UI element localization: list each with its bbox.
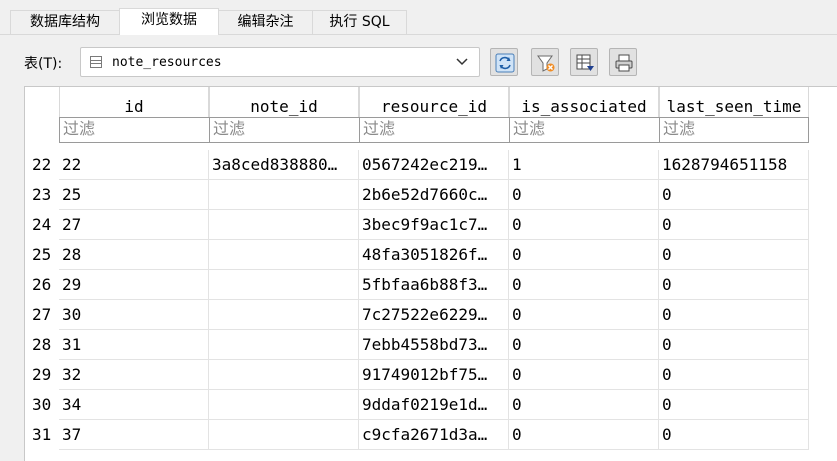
cell-is-associated[interactable]: 1 [509,150,659,180]
row-number[interactable]: 25 [25,240,59,270]
cell-is-associated[interactable]: 0 [509,210,659,240]
cell-is-associated[interactable]: 0 [509,240,659,270]
clear-filters-button[interactable] [531,48,559,76]
row-number[interactable]: 31 [25,420,59,450]
row-number[interactable]: 30 [25,390,59,420]
column-header-note-id[interactable]: note_id [209,87,359,117]
cell-is-associated[interactable]: 0 [509,300,659,330]
cell-resource-id[interactable]: 7c27522e6229… [359,300,509,330]
refresh-icon [495,53,515,73]
table-row[interactable]: 28 31 7ebb4558bd73… 0 0 [25,330,837,360]
cell-id[interactable]: 30 [59,300,209,330]
cell-note-id[interactable]: 3a8ced838880… [209,150,359,180]
filter-input-note-id[interactable]: 过滤 [209,117,360,143]
cell-is-associated[interactable]: 0 [509,180,659,210]
table-row[interactable]: 22 22 3a8ced838880… 0567242ec219… 1 162879465… [25,150,837,180]
table-select[interactable]: note_resources [80,47,480,77]
cell-last-seen-time[interactable]: 0 [659,210,809,240]
table-icon [90,56,102,68]
table-row[interactable]: 26 29 5fbfaa6b88f3… 0 0 [25,270,837,300]
cell-note-id[interactable] [209,330,359,360]
filter-input-id[interactable]: 过滤 [59,117,210,143]
table-select-value: note_resources [112,55,222,70]
cell-resource-id[interactable]: 0567242ec219… [359,150,509,180]
cell-last-seen-time[interactable]: 0 [659,420,809,450]
filter-input-last-seen-time[interactable]: 过滤 [659,117,809,143]
cell-last-seen-time[interactable]: 0 [659,180,809,210]
cell-last-seen-time[interactable]: 0 [659,390,809,420]
cell-id[interactable]: 22 [59,150,209,180]
cell-note-id[interactable] [209,390,359,420]
table-row[interactable]: 31 37 c9cfa2671d3a… 0 0 [25,420,837,450]
cell-last-seen-time[interactable]: 0 [659,270,809,300]
filter-input-resource-id[interactable]: 过滤 [359,117,510,143]
data-grid[interactable]: id note_id resource_id is_associated las… [24,86,837,461]
cell-id[interactable]: 25 [59,180,209,210]
cell-last-seen-time[interactable]: 1628794651158 [659,150,809,180]
cell-is-associated[interactable]: 0 [509,360,659,390]
tab-execute-sql[interactable]: 执行 SQL [312,10,407,34]
table-row[interactable]: 24 27 3bec9f9ac1c7… 0 0 [25,210,837,240]
table-label: 表(T): [24,56,63,72]
tab-bar: 数据库结构 浏览数据 编辑杂注 执行 SQL [0,0,837,35]
cell-id[interactable]: 29 [59,270,209,300]
cell-note-id[interactable] [209,210,359,240]
save-filter-button[interactable] [570,48,598,76]
cell-note-id[interactable] [209,270,359,300]
row-number[interactable]: 27 [25,300,59,330]
tab-browse-data[interactable]: 浏览数据 [119,8,219,35]
cell-id[interactable]: 34 [59,390,209,420]
cell-resource-id[interactable]: 9ddaf0219e1d… [359,390,509,420]
cell-is-associated[interactable]: 0 [509,390,659,420]
cell-resource-id[interactable]: 7ebb4558bd73… [359,330,509,360]
cell-id[interactable]: 27 [59,210,209,240]
table-row[interactable]: 30 34 9ddaf0219e1d… 0 0 [25,390,837,420]
table-row[interactable]: 25 28 48fa3051826f… 0 0 [25,240,837,270]
cell-is-associated[interactable]: 0 [509,270,659,300]
cell-resource-id[interactable]: 5fbfaa6b88f3… [359,270,509,300]
filter-input-is-associated[interactable]: 过滤 [509,117,660,143]
cell-last-seen-time[interactable]: 0 [659,240,809,270]
tab-database-structure[interactable]: 数据库结构 [10,10,120,34]
cell-note-id[interactable] [209,240,359,270]
cell-resource-id[interactable]: 2b6e52d7660c… [359,180,509,210]
row-number[interactable]: 24 [25,210,59,240]
cell-resource-id[interactable]: 91749012bf75… [359,360,509,390]
refresh-button[interactable] [490,48,518,76]
cell-last-seen-time[interactable]: 0 [659,300,809,330]
table-row[interactable]: 29 32 91749012bf75… 0 0 [25,360,837,390]
table-row[interactable]: 23 25 2b6e52d7660c… 0 0 [25,180,837,210]
cell-is-associated[interactable]: 0 [509,330,659,360]
column-header-is-associated[interactable]: is_associated [509,87,659,117]
print-icon [615,54,633,72]
save-table-icon [576,54,594,71]
column-header-id[interactable]: id [59,87,209,117]
clear-filter-icon [537,55,555,72]
row-number[interactable]: 26 [25,270,59,300]
row-number[interactable]: 29 [25,360,59,390]
column-header-last-seen-time[interactable]: last_seen_time [659,87,809,117]
cell-note-id[interactable] [209,420,359,450]
cell-resource-id[interactable]: 48fa3051826f… [359,240,509,270]
row-number[interactable]: 22 [25,150,59,180]
cell-id[interactable]: 28 [59,240,209,270]
row-number[interactable]: 28 [25,330,59,360]
cell-id[interactable]: 31 [59,330,209,360]
cell-note-id[interactable] [209,180,359,210]
cell-note-id[interactable] [209,360,359,390]
cell-resource-id[interactable]: 3bec9f9ac1c7… [359,210,509,240]
print-button[interactable] [609,48,637,76]
row-number[interactable]: 23 [25,180,59,210]
column-header-resource-id[interactable]: resource_id [359,87,509,117]
cell-id[interactable]: 37 [59,420,209,450]
chevron-down-icon[interactable] [455,54,469,73]
cell-note-id[interactable] [209,300,359,330]
cell-resource-id[interactable]: c9cfa2671d3a… [359,420,509,450]
tab-edit-pragmas[interactable]: 编辑杂注 [218,10,313,34]
cell-last-seen-time[interactable]: 0 [659,330,809,360]
cell-id[interactable]: 32 [59,360,209,390]
cell-last-seen-time[interactable]: 0 [659,360,809,390]
cell-is-associated[interactable]: 0 [509,420,659,450]
table-row[interactable]: 27 30 7c27522e6229… 0 0 [25,300,837,330]
